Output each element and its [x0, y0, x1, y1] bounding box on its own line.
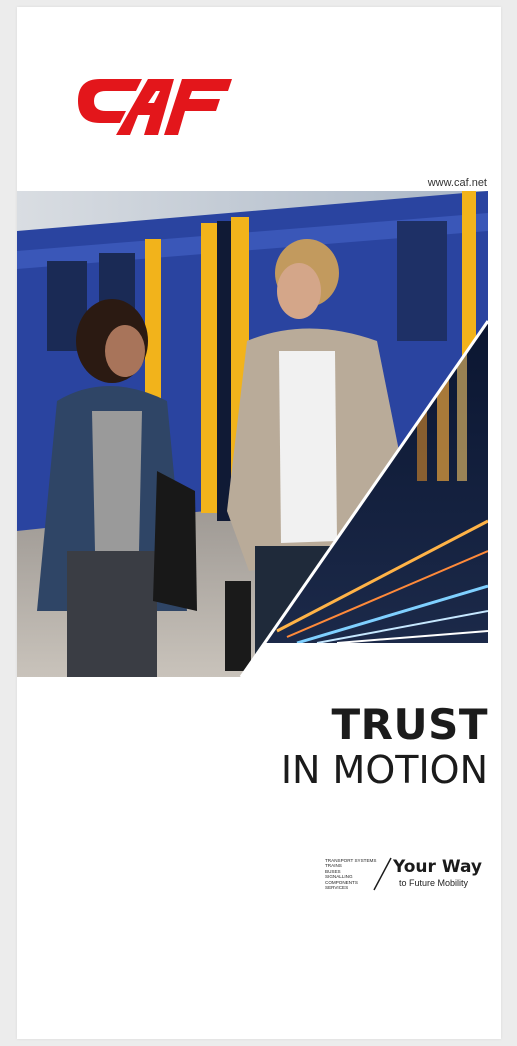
- website-url[interactable]: www.caf.net: [428, 177, 487, 189]
- tagline-subtitle: to Future Mobility: [399, 878, 469, 888]
- divisions-list: TRANSPORT SYSTEMS TRAINS BUSES SIGNALLIN…: [325, 858, 376, 890]
- tagline-title: Your Way: [393, 857, 483, 877]
- caf-logo: [78, 79, 232, 135]
- slash-divider: [373, 857, 392, 891]
- tagline-block: TRANSPORT SYSTEMS TRAINS BUSES SIGNALLIN…: [325, 856, 495, 896]
- headline-line2: IN MOTION: [280, 748, 488, 792]
- brochure-cover: www.caf.net TRUST IN MOTION TRANSPORT SY…: [17, 7, 501, 1039]
- headline-line1: TRUST: [331, 700, 488, 749]
- division-item: SERVICES: [325, 885, 349, 891]
- headline: TRUST IN MOTION: [280, 700, 488, 793]
- cover-photo: [17, 191, 488, 677]
